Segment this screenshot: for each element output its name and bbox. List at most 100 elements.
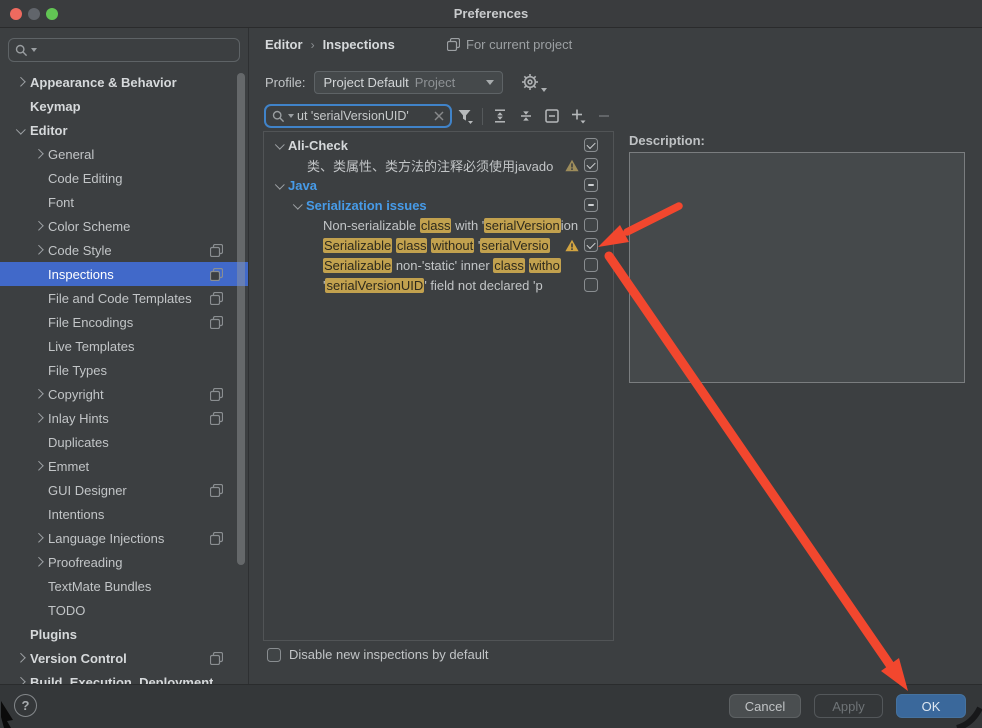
search-match-highlight: Serializable (323, 238, 392, 253)
search-icon (272, 110, 285, 123)
expand-all-button[interactable] (487, 104, 513, 128)
sidebar-item-language-injections[interactable]: Language Injections (0, 526, 249, 550)
inspection-enabled-checkbox[interactable] (584, 278, 598, 292)
inspection-row-non-serializable-class[interactable]: Non-serializable class with 'serialVersi… (264, 215, 613, 235)
inspection-row-ali-check-group[interactable]: Ali-Check (264, 135, 613, 155)
sidebar-item-label: TODO (48, 603, 85, 618)
remove-inspection-button[interactable] (591, 104, 617, 128)
sidebar-item-label: Plugins (30, 627, 77, 642)
sidebar-item-textmate-bundles[interactable]: TextMate Bundles (0, 574, 249, 598)
chevron-right-icon[interactable] (30, 463, 48, 470)
sidebar-item-intentions[interactable]: Intentions (0, 502, 249, 526)
text-segment: ion (561, 218, 578, 233)
chevron-down-icon[interactable] (290, 202, 306, 209)
dialog-footer: ? Cancel Apply OK (0, 684, 982, 728)
filter-inspections-button[interactable] (452, 104, 478, 128)
chevron-right-icon[interactable] (30, 391, 48, 398)
inspection-row-serialversionuid-field[interactable]: 'serialVersionUID' field not declared 'p (264, 275, 613, 295)
breadcrumb-editor[interactable]: Editor (265, 37, 303, 52)
sidebar-item-label: Inspections (48, 267, 114, 282)
search-history-caret-icon (288, 114, 294, 118)
profile-dropdown[interactable]: Project Default Project (314, 71, 503, 94)
inspection-row-serialization-issues-group[interactable]: Serialization issues (264, 195, 613, 215)
disable-new-inspections-row: Disable new inspections by default (267, 647, 488, 662)
cancel-button[interactable]: Cancel (729, 694, 801, 718)
apply-button[interactable]: Apply (814, 694, 883, 718)
scope-label: For current project (466, 37, 572, 52)
chevron-right-icon[interactable] (30, 535, 48, 542)
gear-icon (521, 73, 540, 92)
inspection-enabled-checkbox[interactable] (584, 238, 598, 252)
sidebar-item-color-scheme[interactable]: Color Scheme (0, 214, 249, 238)
inspections-search-field[interactable] (264, 104, 452, 128)
add-inspection-button[interactable] (565, 104, 591, 128)
plus-icon (569, 107, 587, 125)
sidebar-item-proofreading[interactable]: Proofreading (0, 550, 249, 574)
sidebar-item-plugins[interactable]: Plugins (0, 622, 249, 646)
sidebar-item-code-editing[interactable]: Code Editing (0, 166, 249, 190)
settings-search-input[interactable] (40, 43, 233, 57)
reset-inspection-button[interactable] (539, 104, 565, 128)
sidebar-item-label: GUI Designer (48, 483, 127, 498)
inspections-search-input[interactable] (297, 109, 431, 123)
sidebar-item-label: Inlay Hints (48, 411, 109, 426)
inspection-enabled-checkbox[interactable] (584, 138, 598, 152)
sidebar-item-inlay-hints[interactable]: Inlay Hints (0, 406, 249, 430)
sidebar-item-font[interactable]: Font (0, 190, 249, 214)
help-button[interactable]: ? (14, 694, 37, 717)
text-segment: Ali-Check (288, 138, 348, 153)
sidebar-item-file-encodings[interactable]: File Encodings (0, 310, 249, 334)
inspection-enabled-checkbox[interactable] (584, 178, 598, 192)
inspection-enabled-checkbox[interactable] (584, 198, 598, 212)
disable-new-inspections-label: Disable new inspections by default (289, 647, 488, 662)
sidebar-item-file-and-code-templates[interactable]: File and Code Templates (0, 286, 249, 310)
chevron-right-icon[interactable] (30, 559, 48, 566)
chevron-down-icon[interactable] (12, 127, 30, 134)
inspection-enabled-checkbox[interactable] (584, 218, 598, 232)
chevron-right-icon[interactable] (30, 151, 48, 158)
project-level-icon (210, 244, 223, 257)
chevron-down-icon[interactable] (272, 182, 288, 189)
inspection-row-ali-javadoc-rule[interactable]: 类、类属性、类方法的注释必须使用javado (264, 155, 613, 175)
sidebar-item-general[interactable]: General (0, 142, 249, 166)
inspection-enabled-checkbox[interactable] (584, 158, 598, 172)
sidebar-item-copyright[interactable]: Copyright (0, 382, 249, 406)
sidebar-item-gui-designer[interactable]: GUI Designer (0, 478, 249, 502)
inspection-row-serializable-inner-class[interactable]: Serializable non-'static' inner class wi… (264, 255, 613, 275)
sidebar-item-duplicates[interactable]: Duplicates (0, 430, 249, 454)
inspection-row-serializable-class-without[interactable]: Serializable class without 'serialVersio (264, 235, 613, 255)
chevron-right-icon[interactable] (30, 247, 48, 254)
sidebar-item-version-control[interactable]: Version Control (0, 646, 249, 670)
text-segment: Java (288, 178, 317, 193)
inspection-enabled-checkbox[interactable] (584, 258, 598, 272)
sidebar-item-file-types[interactable]: File Types (0, 358, 249, 382)
sidebar-item-emmet[interactable]: Emmet (0, 454, 249, 478)
inspection-row-java-group[interactable]: Java (264, 175, 613, 195)
sidebar-item-todo[interactable]: TODO (0, 598, 249, 622)
settings-search-field[interactable] (8, 38, 240, 62)
sidebar-item-label: Build, Execution, Deployment (30, 675, 213, 685)
chevron-right-icon[interactable] (12, 79, 30, 86)
project-level-icon (210, 484, 223, 497)
description-label: Description: (629, 133, 705, 148)
sidebar-item-keymap[interactable]: Keymap (0, 94, 249, 118)
sidebar-item-live-templates[interactable]: Live Templates (0, 334, 249, 358)
sidebar-item-build-execution-deployment[interactable]: Build, Execution, Deployment (0, 670, 249, 684)
chevron-right-icon[interactable] (30, 223, 48, 230)
sidebar-scrollbar[interactable] (237, 73, 245, 565)
inspections-tree: Ali-Check 类、类属性、类方法的注释必须使用javado Java Seria… (263, 131, 614, 641)
profile-actions-button[interactable] (521, 73, 547, 92)
sidebar-item-code-style[interactable]: Code Style (0, 238, 249, 262)
chevron-right-icon[interactable] (30, 415, 48, 422)
sidebar-item-editor[interactable]: Editor (0, 118, 249, 142)
ok-button[interactable]: OK (896, 694, 966, 718)
sidebar-item-appearance-behavior[interactable]: Appearance & Behavior (0, 70, 249, 94)
chevron-right-icon[interactable] (12, 655, 30, 662)
project-level-icon (210, 316, 223, 329)
chevron-down-icon[interactable] (272, 142, 288, 149)
disable-new-inspections-checkbox[interactable] (267, 648, 281, 662)
sidebar-item-inspections[interactable]: Inspections (0, 262, 249, 286)
clear-search-icon[interactable] (434, 111, 444, 121)
collapse-all-button[interactable] (513, 104, 539, 128)
text-segment: Serialization issues (306, 198, 427, 213)
